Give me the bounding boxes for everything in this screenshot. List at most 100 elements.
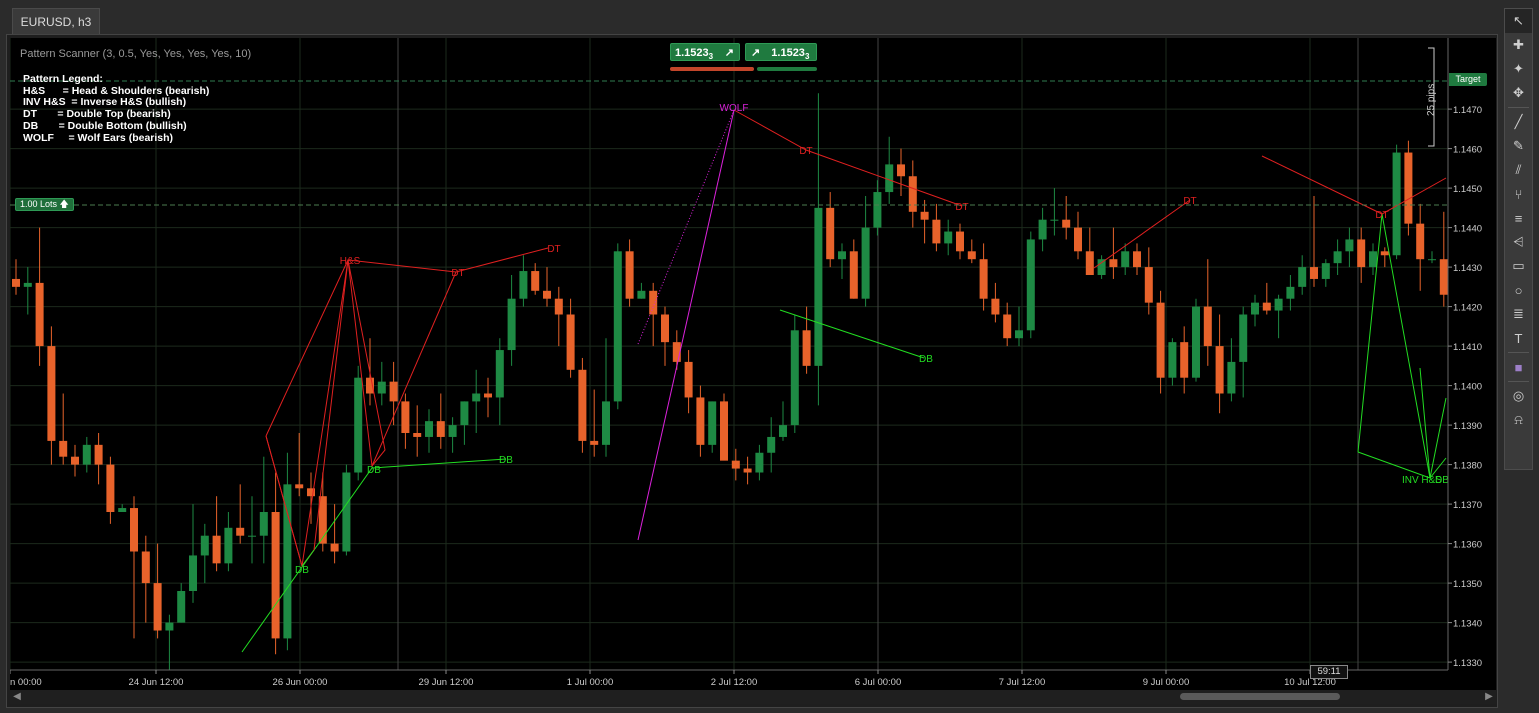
candle-body <box>696 397 705 445</box>
candle-body <box>625 251 634 299</box>
arrow-up-icon: 🡅 <box>59 199 69 209</box>
candle-body <box>731 460 740 469</box>
buy-button[interactable]: ↗ 1.15233 <box>745 43 817 61</box>
candle-body <box>779 425 787 437</box>
candle-body <box>1026 239 1035 331</box>
crosshair-icon[interactable]: ✚ <box>1505 33 1532 57</box>
candle-body <box>743 468 752 473</box>
pips-distance: 25 pips <box>1426 83 1437 116</box>
candle-body <box>861 227 870 299</box>
candle-body <box>979 259 988 299</box>
candle-body <box>1286 286 1295 299</box>
candle-body <box>1144 267 1153 303</box>
scroll-left-icon[interactable]: ◀ <box>10 690 24 704</box>
candle-body <box>425 421 433 437</box>
candle-body <box>932 219 941 244</box>
rectangle-icon[interactable]: ▭ <box>1505 254 1532 278</box>
candle-body <box>1404 152 1413 224</box>
scroll-thumb[interactable] <box>1180 693 1340 700</box>
price-tick-label: 1.1430 <box>1453 263 1482 274</box>
candle-body <box>1015 330 1023 339</box>
candle-body <box>1333 251 1342 264</box>
lots-label[interactable]: 1.00 Lots 🡅 <box>15 198 74 211</box>
time-tick-label: 29 Jun 12:00 <box>419 677 474 688</box>
text-icon[interactable]: T <box>1505 326 1532 350</box>
time-tick-label: 9 Jul 00:00 <box>1143 677 1189 688</box>
ellipse-icon[interactable]: ○ <box>1505 278 1532 302</box>
candle-body <box>1298 267 1307 287</box>
candle-body <box>354 377 363 473</box>
move-icon[interactable]: ✥ <box>1505 81 1532 105</box>
candle-body <box>507 298 516 351</box>
price-tick-label: 1.1440 <box>1453 224 1482 235</box>
candle-body <box>967 251 976 260</box>
tab-eurusd-h3[interactable]: EURUSD, h3 <box>12 8 100 34</box>
candle-body <box>1192 306 1200 378</box>
buy-price-sub: 3 <box>804 52 810 62</box>
candle-body <box>1310 267 1318 279</box>
legend-line: WOLF = Wolf Ears (bearish) <box>23 131 174 144</box>
candle-body <box>790 330 799 426</box>
candle-body <box>637 290 646 299</box>
toolbar-separator <box>1508 352 1529 353</box>
candle-body <box>377 381 386 394</box>
pattern-label: DT <box>799 146 812 157</box>
target-label[interactable]: Target <box>1449 73 1487 86</box>
scroll-right-icon[interactable]: ▶ <box>1482 690 1496 704</box>
trend-line-icon[interactable]: ╱ <box>1505 110 1532 134</box>
candle-body <box>224 527 233 564</box>
candle-body <box>1203 306 1212 347</box>
bell-icon[interactable]: ⍾ <box>1505 408 1532 432</box>
fibonacci-icon[interactable]: ≡ <box>1505 206 1532 230</box>
cursor-icon[interactable]: ↖ <box>1505 9 1532 33</box>
candle-body <box>826 207 835 260</box>
price-axis: 1.1330 1.1340 1.1350 1.1360 1.1370 1.1380 1.13… <box>1447 38 1496 690</box>
candle-body <box>1003 314 1012 339</box>
candle-body <box>413 433 422 437</box>
candle-body <box>495 350 504 398</box>
horizontal-scrollbar[interactable]: ◀ ▶ <box>10 690 1496 704</box>
crosshair-plus-icon[interactable]: ✦ <box>1505 57 1532 81</box>
candle-body <box>1050 219 1059 221</box>
price-tick-label: 1.1400 <box>1453 382 1482 393</box>
candle-body <box>1215 346 1224 394</box>
pen-icon[interactable]: ✎ <box>1505 134 1532 158</box>
price-tick-label: 1.1360 <box>1453 540 1482 551</box>
toolbar-separator <box>1508 381 1529 382</box>
price-chart[interactable]: H&SDTDTDBDBDBWOLFDTDTDBDTDTINV H&SDB 1.1… <box>10 38 1496 690</box>
fork-icon[interactable]: ⑂ <box>1505 182 1532 206</box>
candle-body <box>956 231 964 252</box>
candle-body <box>189 555 197 591</box>
candle-body <box>295 484 304 489</box>
candle-body <box>1062 219 1071 228</box>
candle-body <box>460 401 469 426</box>
sell-price: 1.1523 <box>675 47 709 59</box>
price-tick-label: 1.1460 <box>1453 145 1482 156</box>
candle-body <box>1357 239 1366 268</box>
candle-body <box>271 512 280 639</box>
price-tick-label: 1.1350 <box>1453 579 1482 590</box>
candle-body <box>755 452 764 473</box>
camera-icon[interactable]: ◎ <box>1505 384 1532 408</box>
sell-button[interactable]: 1.15233 ↗ <box>670 43 740 61</box>
arrow-up-right-icon: ↗ <box>724 47 734 59</box>
price-axis-bg <box>1448 38 1496 690</box>
toolbar-separator <box>1508 107 1529 108</box>
fan-icon[interactable]: ⩤ <box>1505 230 1532 254</box>
price-tick-label: 1.1410 <box>1453 342 1482 353</box>
arrow-up-right-icon: ↗ <box>751 47 761 59</box>
candle-body <box>1133 251 1141 268</box>
candle-body <box>1038 219 1047 240</box>
pattern-label: DB <box>367 465 381 476</box>
candle-body <box>35 282 44 347</box>
candle-body <box>1168 342 1177 378</box>
pattern-label: DB <box>1435 475 1449 486</box>
color-icon[interactable]: ■ <box>1505 355 1532 379</box>
price-tick-label: 1.1420 <box>1453 303 1482 314</box>
scanner-title: Pattern Scanner (3, 0.5, Yes, Yes, Yes, … <box>20 48 252 60</box>
text-levels-icon[interactable]: ≣ <box>1505 302 1532 326</box>
candle-body <box>885 164 894 193</box>
tab-bar: EURUSD, h3 <box>0 0 1500 36</box>
candle-body <box>543 290 551 299</box>
channel-icon[interactable]: ⫽ <box>1505 158 1532 182</box>
